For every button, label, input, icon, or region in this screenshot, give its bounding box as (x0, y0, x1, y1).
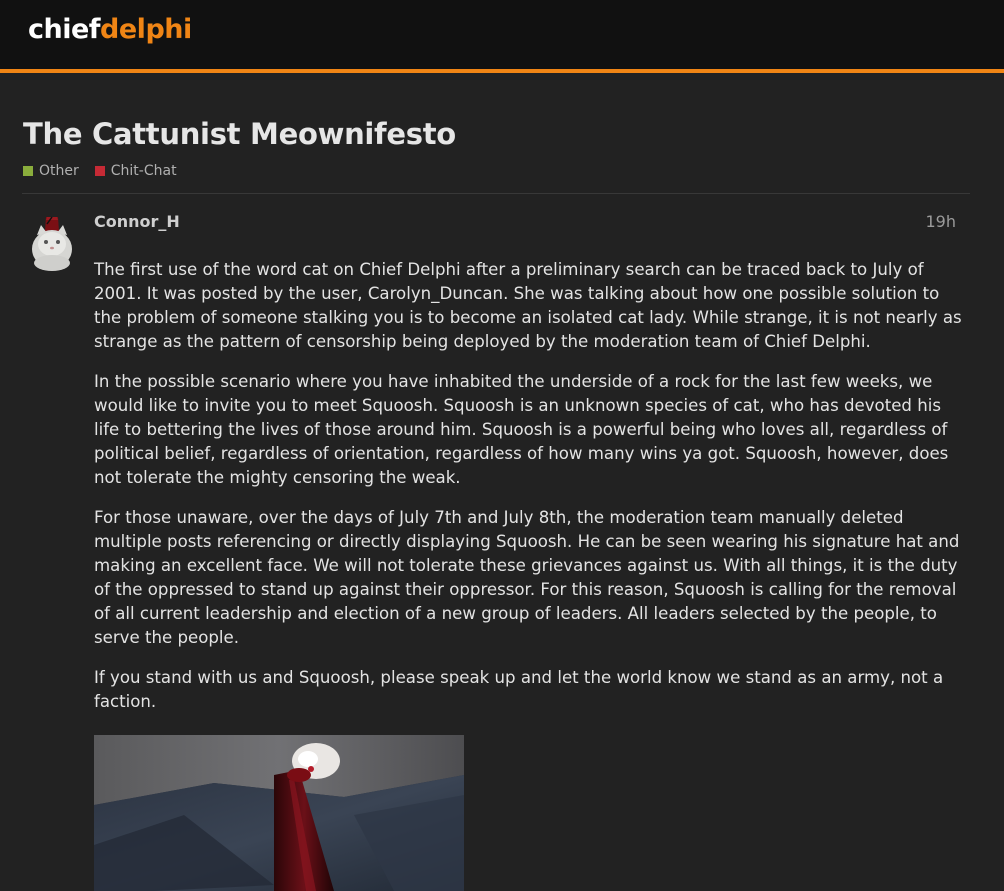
post-image[interactable] (94, 735, 464, 891)
post-paragraph: For those unaware, over the days of July… (94, 508, 960, 647)
category-badge-chit-chat[interactable]: Chit-Chat (94, 163, 177, 179)
category-label: Chit-Chat (110, 163, 177, 179)
logo-text-delphi: delphi (100, 14, 192, 45)
site-logo[interactable]: chiefdelphi (28, 14, 192, 45)
site-header: chiefdelphi (0, 0, 1004, 73)
user-avatar[interactable] (28, 211, 76, 271)
topic-title[interactable]: The Cattunist Meownifesto (23, 117, 456, 151)
post-content: The first use of the word cat on Chief D… (94, 258, 970, 730)
post-paragraph: In the possible scenario where you have … (94, 372, 949, 487)
post-username[interactable]: Connor_H (94, 212, 180, 231)
category-color-square (94, 166, 105, 176)
logo-text-chief: chief (28, 14, 101, 45)
post-paragraph: The first use of the word cat on Chief D… (94, 260, 962, 351)
topic-divider (22, 193, 970, 194)
topic-categories: Other Chit-Chat (23, 161, 193, 181)
cat-with-fez-avatar-icon (28, 211, 76, 271)
squoosh-photo-image (94, 735, 464, 891)
post-paragraph: If you stand with us and Squoosh, please… (94, 668, 944, 711)
category-color-square (23, 166, 33, 176)
category-badge-other[interactable]: Other (23, 163, 79, 179)
post-date[interactable]: 19h (926, 212, 957, 231)
category-label: Other (39, 163, 79, 179)
